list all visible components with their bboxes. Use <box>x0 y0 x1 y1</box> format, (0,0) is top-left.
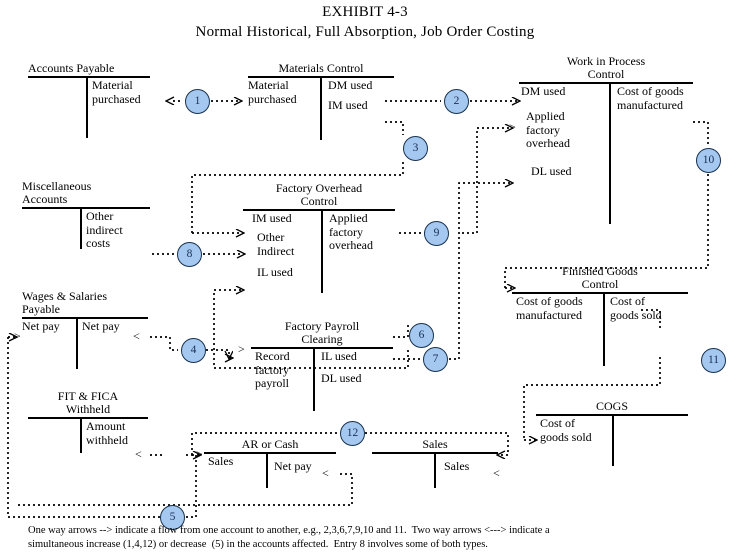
arrow-tail-ar-net-pay: < <box>322 466 329 480</box>
account-title: Factory Payroll Clearing <box>284 319 360 346</box>
arrow-head-ar-sales: > <box>196 447 203 461</box>
t-account-miscellaneous-accounts: Miscellaneous Accounts Other indirect co… <box>22 180 150 265</box>
account-stem <box>612 416 614 466</box>
entry-marker-10[interactable]: 10 <box>696 148 721 173</box>
credit-entry: Cost of goods sold <box>610 294 662 322</box>
t-account-cogs: COGS Cost of goods sold <box>536 400 688 466</box>
t-account-materials-control: Materials Control Material purchased DM … <box>248 62 394 140</box>
credit-entry: Other indirect costs <box>86 209 123 250</box>
account-title: Accounts Payable <box>28 61 115 75</box>
debit-entry: Net pay <box>22 319 60 333</box>
account-title: Factory Overhead Control <box>275 181 363 208</box>
account-stem <box>609 84 611 224</box>
legend-footnote: One way arrows --> indicate a flow from … <box>28 524 712 552</box>
debit-entry-2: Other Indirect <box>257 230 295 258</box>
entry-marker-2[interactable]: 2 <box>444 89 469 114</box>
arrow-head-applied-foh-wip: > <box>509 120 516 134</box>
credit-entry: DM used <box>328 78 373 92</box>
debit-entry-3: DL used <box>531 164 572 178</box>
account-title: FIT & FICA Withheld <box>57 389 119 416</box>
account-title: Finished Goods Control <box>562 264 638 291</box>
account-title: Materials Control <box>278 61 364 75</box>
account-stem <box>86 78 88 138</box>
arrow-tail-amount-withheld: < <box>135 447 142 461</box>
entry-marker-1[interactable]: 1 <box>185 89 210 114</box>
credit-entry: IL used <box>321 349 357 363</box>
entry-marker-6[interactable]: 6 <box>409 323 434 348</box>
exhibit-diagram: EXHIBIT 4-3 Normal Historical, Full Abso… <box>0 0 730 557</box>
t-account-sales: Sales Sales <box>372 438 498 488</box>
t-account-work-in-process-control: Work in Process Control DM used Applied … <box>519 55 693 224</box>
account-title: Sales <box>422 437 448 451</box>
entry-marker-4[interactable]: 4 <box>181 338 206 363</box>
arrow-head-wages-net-pay: > <box>14 329 21 343</box>
arrow-tail-wages-net-pay-credit: < <box>133 329 140 343</box>
credit-entry: Material purchased <box>92 78 141 106</box>
debit-entry: Record factory payroll <box>255 349 290 390</box>
entry-marker-12[interactable]: 12 <box>340 421 365 446</box>
entry-marker-9[interactable]: 9 <box>424 221 449 246</box>
account-stem <box>434 454 436 488</box>
credit-entry: Cost of goods manufactured <box>617 84 684 112</box>
account-stem <box>320 78 322 140</box>
account-title: AR or Cash <box>241 437 299 451</box>
credit-entry-2: DL used <box>321 371 362 385</box>
debit-entry: Sales <box>208 454 234 468</box>
account-stem <box>313 349 315 411</box>
debit-entry: DM used <box>521 84 566 98</box>
account-stem <box>76 319 78 369</box>
footnote-line-1: One way arrows --> indicate a flow from … <box>28 525 550 536</box>
credit-entry: Amount withheld <box>86 419 128 447</box>
debit-entry-2: Applied factory overhead <box>526 109 570 150</box>
entry-marker-8[interactable]: 8 <box>177 242 202 267</box>
footnote-line-2: simultaneous increase (1,4,12) or decrea… <box>28 539 488 550</box>
t-account-fit-fica-withheld: FIT & FICA Withheld Amount withheld <box>28 390 148 463</box>
entry-marker-11[interactable]: 11 <box>701 348 726 373</box>
account-stem <box>80 419 82 453</box>
account-stem <box>80 209 82 249</box>
entry-marker-3[interactable]: 3 <box>403 136 428 161</box>
arrow-head-record-factory-payroll: > <box>238 342 245 356</box>
arrow-tail-sales-credit: < <box>493 466 500 480</box>
debit-entry: IM used <box>252 211 292 225</box>
t-account-finished-goods-control: Finished Goods Control Cost of goods man… <box>512 265 688 366</box>
debit-entry: Material purchased <box>248 78 297 106</box>
t-account-ar-or-cash: AR or Cash Sales Net pay <box>204 438 336 488</box>
t-account-accounts-payable: Accounts Payable Material purchased <box>28 62 150 138</box>
debit-entry: Cost of goods sold <box>540 416 592 444</box>
account-title: COGS <box>595 399 628 413</box>
account-stem <box>266 454 268 488</box>
debit-entry: Cost of goods manufactured <box>516 294 583 322</box>
credit-entry: Applied factory overhead <box>329 211 373 252</box>
account-title: Miscellaneous Accounts <box>22 179 92 206</box>
t-account-wages-salaries-payable: Wages & Salaries Payable Net pay Net pay <box>22 290 148 377</box>
t-account-factory-overhead-control: Factory Overhead Control IM used Other I… <box>243 182 395 293</box>
account-title: Work in Process Control <box>566 54 646 81</box>
t-account-factory-payroll-clearing: Factory Payroll Clearing Record factory … <box>251 320 393 411</box>
credit-entry-2: IM used <box>328 98 368 112</box>
debit-entry-3: IL used <box>257 265 293 279</box>
account-title: Wages & Salaries Payable <box>22 289 108 316</box>
entry-marker-7[interactable]: 7 <box>423 347 448 372</box>
credit-entry: Sales <box>444 459 470 473</box>
